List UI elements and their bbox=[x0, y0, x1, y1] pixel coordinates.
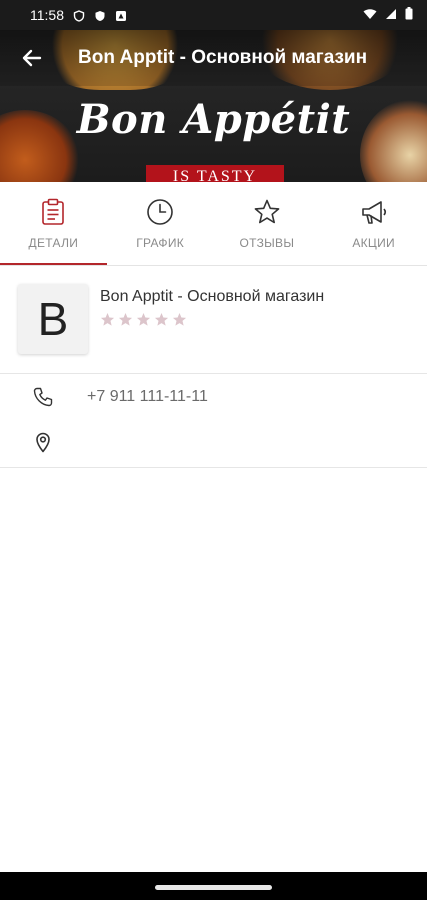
store-avatar: B bbox=[18, 284, 88, 354]
shield-icon bbox=[73, 9, 85, 22]
location-pin-icon bbox=[36, 432, 50, 453]
status-bar: 11:58 bbox=[0, 0, 427, 30]
arrow-left-icon bbox=[22, 49, 42, 67]
phone-number: +7 911 111-11-11 bbox=[87, 388, 208, 405]
toolbar-title: Bon Apptit - Основной магазин bbox=[78, 47, 368, 68]
tab-promotions-label: АКЦИИ bbox=[352, 236, 395, 250]
wifi-icon bbox=[363, 7, 377, 23]
rating-star-icon[interactable] bbox=[136, 312, 151, 327]
active-tab-indicator bbox=[0, 263, 107, 265]
phone-row[interactable]: +7 911 111-11-11 bbox=[0, 377, 427, 417]
contact-section: +7 911 111-11-11 bbox=[0, 374, 427, 468]
address-row[interactable] bbox=[0, 422, 427, 462]
rating-star-icon[interactable] bbox=[100, 312, 115, 327]
notification-icon bbox=[115, 9, 127, 21]
system-navigation-bar bbox=[0, 872, 427, 900]
toolbar: Bon Apptit - Основной магазин bbox=[0, 30, 427, 86]
tab-bar: ДЕТАЛИ ГРАФИК ОТЗЫВЫ АКЦИИ bbox=[0, 182, 427, 266]
rating-star-icon[interactable] bbox=[118, 312, 133, 327]
store-banner: Bon Apptit - Основной магазин Bon Appéti… bbox=[0, 30, 427, 182]
tab-schedule[interactable]: ГРАФИК bbox=[107, 182, 214, 265]
battery-icon bbox=[405, 7, 413, 23]
clock-icon bbox=[147, 199, 173, 225]
home-gesture-handle[interactable] bbox=[155, 885, 272, 890]
star-outline-icon bbox=[254, 199, 280, 224]
brand-logo: Bon Appétit bbox=[76, 96, 351, 143]
tab-details-label: ДЕТАЛИ bbox=[28, 236, 79, 250]
brand-tagline: IS TASTY bbox=[146, 165, 284, 182]
clipboard-icon bbox=[42, 198, 65, 225]
megaphone-icon bbox=[361, 201, 386, 224]
tab-schedule-label: ГРАФИК bbox=[136, 236, 185, 250]
shield-icon bbox=[94, 9, 106, 21]
rating-star-icon[interactable] bbox=[154, 312, 169, 327]
tab-reviews[interactable]: ОТЗЫВЫ bbox=[214, 182, 321, 265]
status-time: 11:58 bbox=[30, 7, 64, 23]
tab-details[interactable]: ДЕТАЛИ bbox=[0, 182, 107, 265]
phone-icon bbox=[33, 387, 53, 407]
store-name: Bon Apptit - Основной магазин bbox=[100, 288, 325, 305]
back-button[interactable] bbox=[18, 44, 46, 72]
rating-stars bbox=[100, 312, 187, 327]
signal-icon bbox=[385, 7, 397, 23]
store-header: B Bon Apptit - Основной магазин bbox=[0, 266, 427, 374]
tab-reviews-label: ОТЗЫВЫ bbox=[239, 236, 295, 250]
rating-star-icon[interactable] bbox=[172, 312, 187, 327]
tab-promotions[interactable]: АКЦИИ bbox=[320, 182, 427, 265]
